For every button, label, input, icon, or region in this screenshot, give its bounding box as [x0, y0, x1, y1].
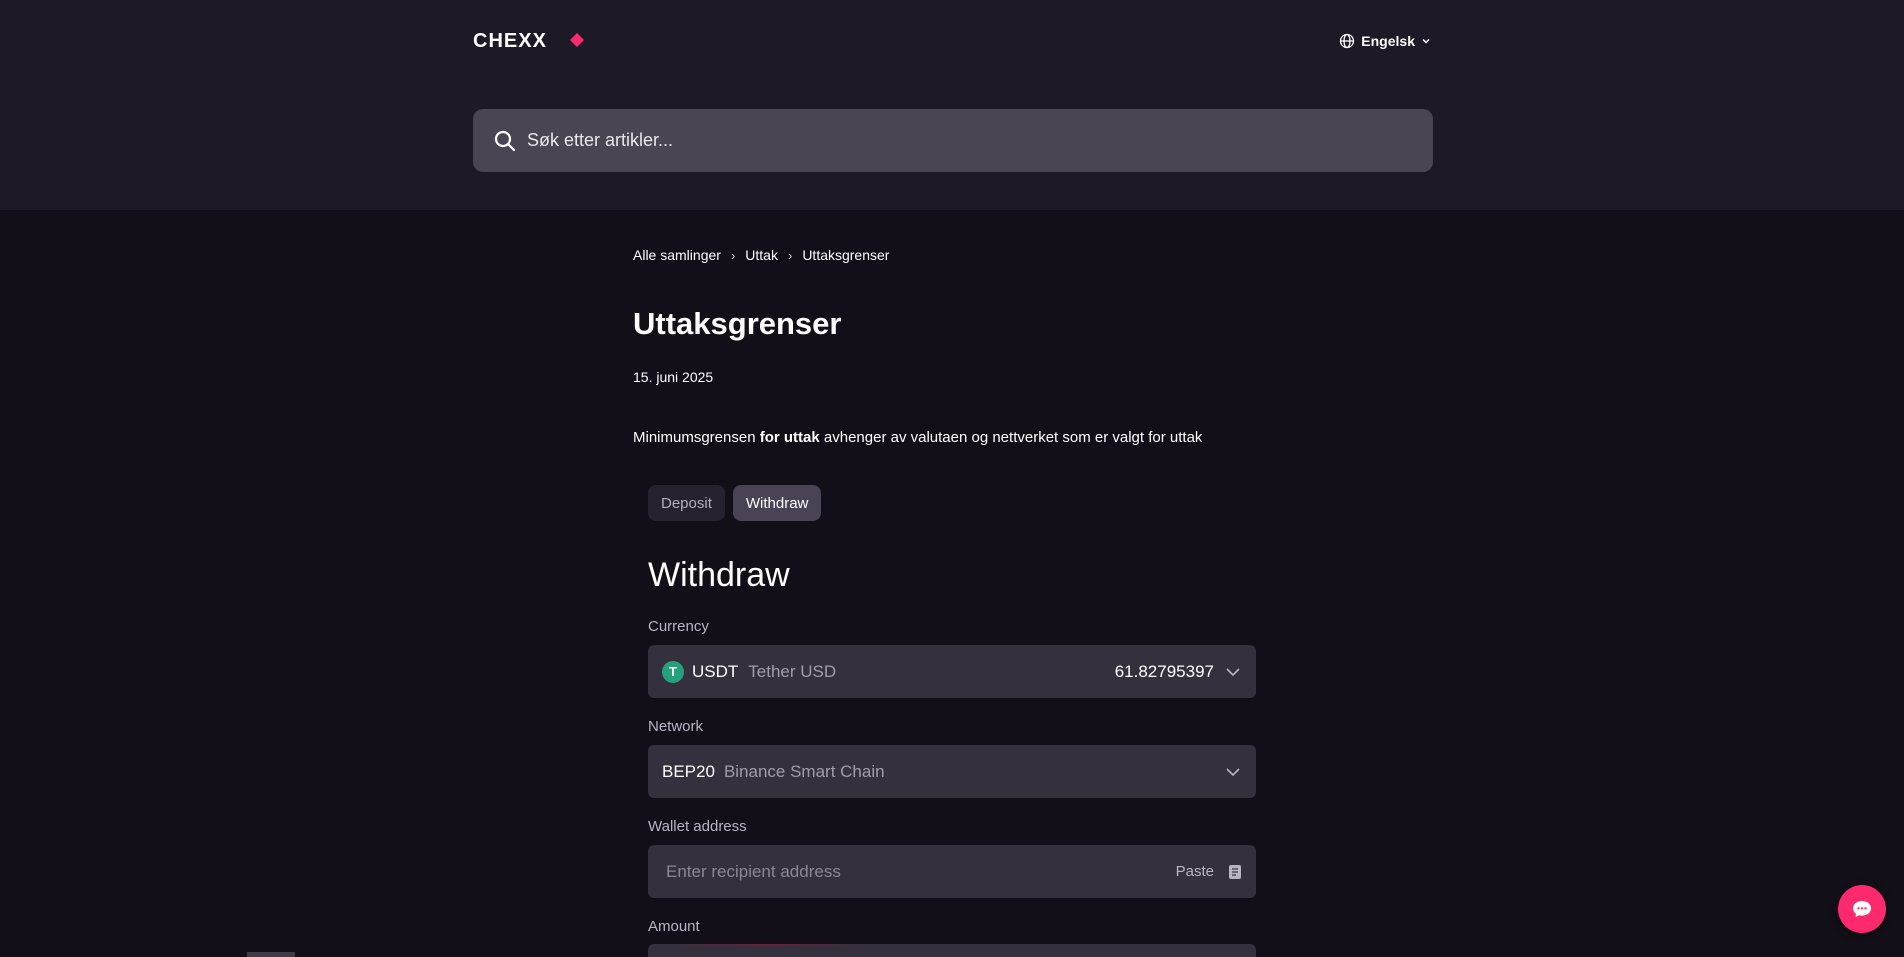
logo-diamond-icon: [570, 33, 584, 47]
amount-label: Amount: [648, 918, 700, 935]
chevron-down-icon: [1226, 767, 1240, 776]
paste-label: Paste: [1175, 863, 1214, 880]
site-header: CHEXX Engelsk: [0, 0, 1904, 210]
breadcrumb-separator: ›: [787, 247, 793, 263]
logo-text: CHEXX: [473, 30, 547, 50]
currency-name: Tether USD: [748, 661, 837, 681]
amount-accent-line: [666, 944, 866, 946]
breadcrumb-separator: ›: [730, 247, 736, 263]
currency-symbol: USDT: [692, 661, 739, 681]
tab-withdraw[interactable]: Withdraw: [732, 485, 822, 521]
intro-text-start: Minimumsgrensen: [633, 429, 760, 446]
horizontal-scrollbar-thumb[interactable]: [247, 952, 295, 957]
amount-input[interactable]: [648, 944, 1256, 957]
intro-text-bold: for uttak: [759, 429, 820, 446]
search-input[interactable]: [525, 129, 1405, 152]
search-bar[interactable]: [473, 109, 1433, 172]
currency-balance: 61.82795397: [1114, 661, 1214, 681]
breadcrumb-all-collections[interactable]: Alle samlinger: [633, 247, 721, 263]
wallet-address-field: Paste: [648, 845, 1256, 898]
paste-button[interactable]: Paste: [1176, 863, 1242, 880]
language-label: Engelsk: [1361, 33, 1415, 49]
intro-text-end: avhenger av valutaen og nettverket som e…: [819, 429, 1203, 446]
globe-icon: [1340, 33, 1355, 49]
deposit-withdraw-tabs: Deposit Withdraw: [648, 485, 822, 521]
withdraw-heading: Withdraw: [648, 556, 790, 594]
network-code: BEP20: [662, 761, 715, 781]
wallet-address-input[interactable]: [662, 860, 1176, 883]
network-select[interactable]: BEP20 Binance Smart Chain: [648, 745, 1256, 798]
network-name: Binance Smart Chain: [723, 761, 885, 781]
page-title: Uttaksgrenser: [633, 306, 842, 341]
tether-icon: T: [662, 660, 684, 683]
article-intro: Minimumsgrensen for uttak avhenger av va…: [633, 429, 1202, 446]
wallet-address-label: Wallet address: [648, 818, 747, 835]
breadcrumb: Alle samlinger › Uttak › Uttaksgrenser: [633, 247, 889, 263]
search-icon: [494, 130, 516, 151]
chevron-down-icon: [1422, 38, 1430, 44]
breadcrumb-current: Uttaksgrenser: [802, 247, 890, 263]
currency-label: Currency: [648, 618, 709, 635]
chexx-logo[interactable]: CHEXX: [473, 30, 617, 50]
chat-button[interactable]: [1838, 885, 1886, 933]
chat-icon: [1853, 901, 1871, 917]
language-selector[interactable]: Engelsk: [1339, 33, 1431, 49]
breadcrumb-withdrawals[interactable]: Uttak: [745, 247, 778, 263]
clipboard-icon: [1229, 864, 1241, 879]
network-label: Network: [648, 718, 704, 735]
chevron-down-icon: [1226, 667, 1240, 676]
article-date: 15. juni 2025: [633, 369, 714, 385]
tab-deposit[interactable]: Deposit: [648, 485, 725, 521]
currency-select[interactable]: T USDT Tether USD 61.82795397: [648, 645, 1256, 698]
